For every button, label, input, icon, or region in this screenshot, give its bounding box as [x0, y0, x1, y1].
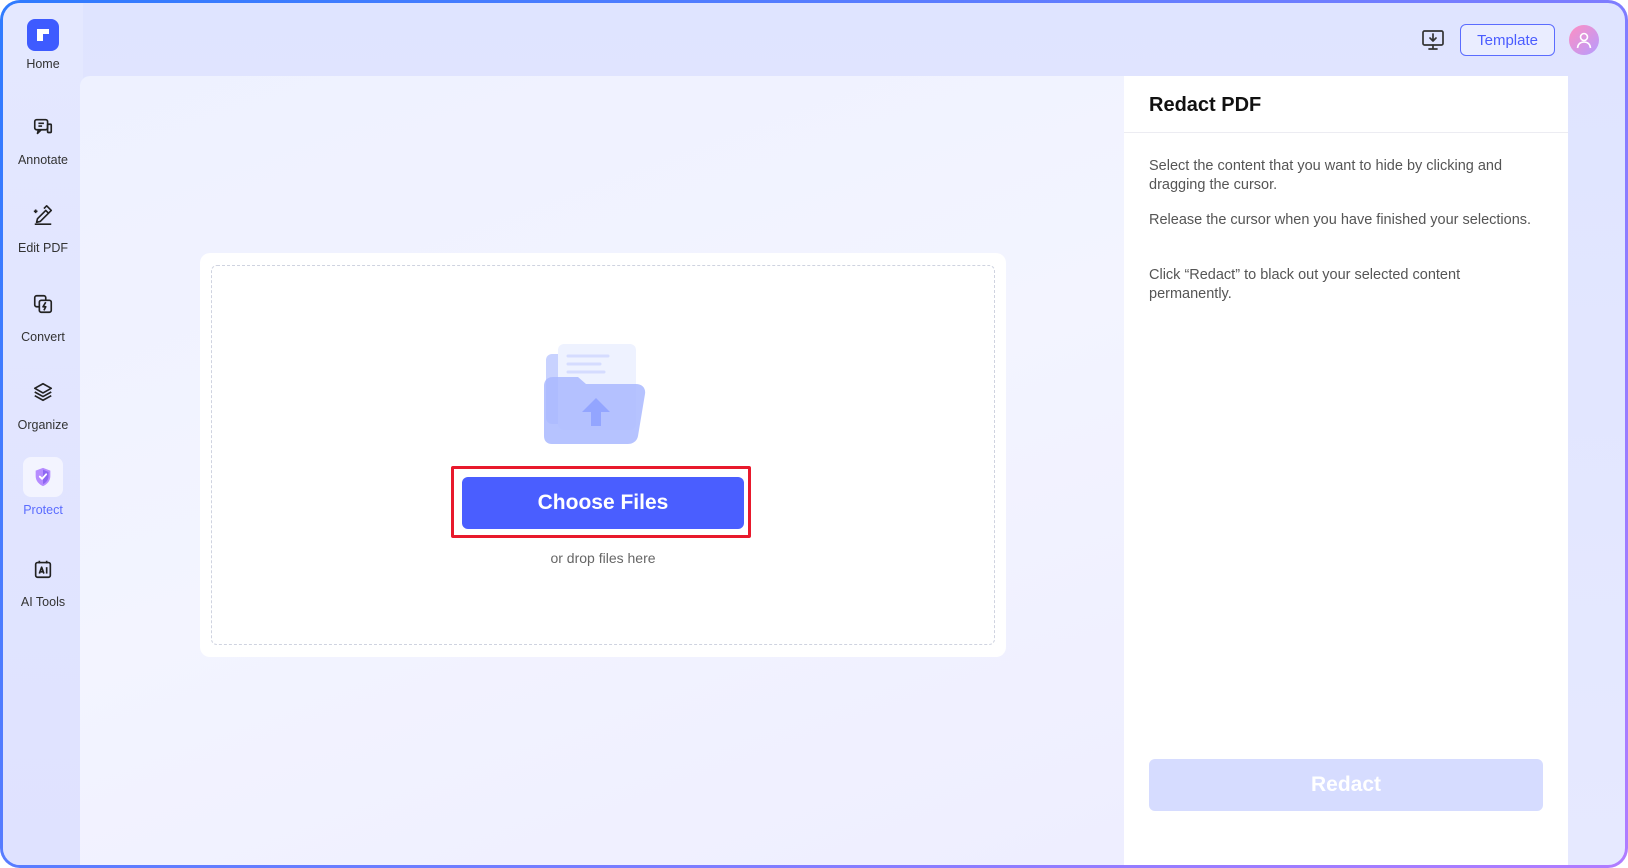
app-window: Home Annotate Edit PDF Convert Organize …: [3, 3, 1625, 865]
sidebar-item-home[interactable]: Home: [3, 19, 83, 99]
instruction-text: Release the cursor when you have finishe…: [1149, 212, 1532, 228]
sidebar-item-convert[interactable]: Convert: [3, 284, 83, 364]
ai-tools-icon: [23, 549, 63, 589]
edit-pdf-icon: [23, 195, 63, 235]
shield-icon: [23, 457, 63, 497]
sidebar-item-annotate[interactable]: Annotate: [3, 107, 83, 187]
sidebar-item-label: Home: [26, 57, 60, 71]
organize-icon: [23, 372, 63, 412]
sidebar-item-label: Organize: [17, 418, 69, 432]
sidebar-item-label: Convert: [21, 330, 65, 344]
redact-panel: Redact PDF Select the content that you w…: [1124, 76, 1568, 865]
sidebar-item-edit-pdf[interactable]: Edit PDF: [3, 195, 83, 275]
sidebar-item-label: Edit PDF: [17, 241, 68, 255]
drop-hint-text: or drop files here: [550, 550, 656, 566]
file-dropzone[interactable]: [211, 265, 995, 645]
sidebar-item-organize[interactable]: Organize: [3, 372, 83, 452]
user-avatar-icon[interactable]: [1569, 25, 1599, 55]
sidebar-item-ai-tools[interactable]: AI Tools: [3, 549, 83, 629]
app-frame: Home Annotate Edit PDF Convert Organize …: [0, 0, 1628, 868]
choose-files-button[interactable]: Choose Files: [462, 477, 744, 529]
workspace: Choose Files or drop files here: [80, 76, 1124, 865]
panel-title: Redact PDF: [1149, 94, 1262, 116]
sidebar-item-label: Protect: [23, 503, 63, 517]
instruction-text: Select the content that you want to hide…: [1149, 158, 1503, 193]
upload-card: Choose Files or drop files here: [200, 253, 1006, 657]
sidebar-item-label: AI Tools: [20, 595, 66, 609]
redact-button[interactable]: Redact: [1149, 759, 1543, 811]
panel-divider: [1124, 132, 1568, 133]
instruction-text: Click “Redact” to black out your selecte…: [1149, 267, 1461, 302]
sidebar-item-protect[interactable]: Protect: [3, 457, 83, 537]
folder-upload-icon: [538, 340, 648, 446]
logo-icon: [27, 19, 59, 51]
annotate-icon: [23, 107, 63, 147]
sidebar-item-label: Annotate: [17, 153, 69, 167]
top-toolbar: Template: [1420, 23, 1599, 57]
sidebar: Home Annotate Edit PDF Convert Organize …: [3, 3, 83, 865]
convert-icon: [23, 284, 63, 324]
template-button[interactable]: Template: [1460, 24, 1555, 56]
desktop-download-icon[interactable]: [1420, 27, 1446, 53]
